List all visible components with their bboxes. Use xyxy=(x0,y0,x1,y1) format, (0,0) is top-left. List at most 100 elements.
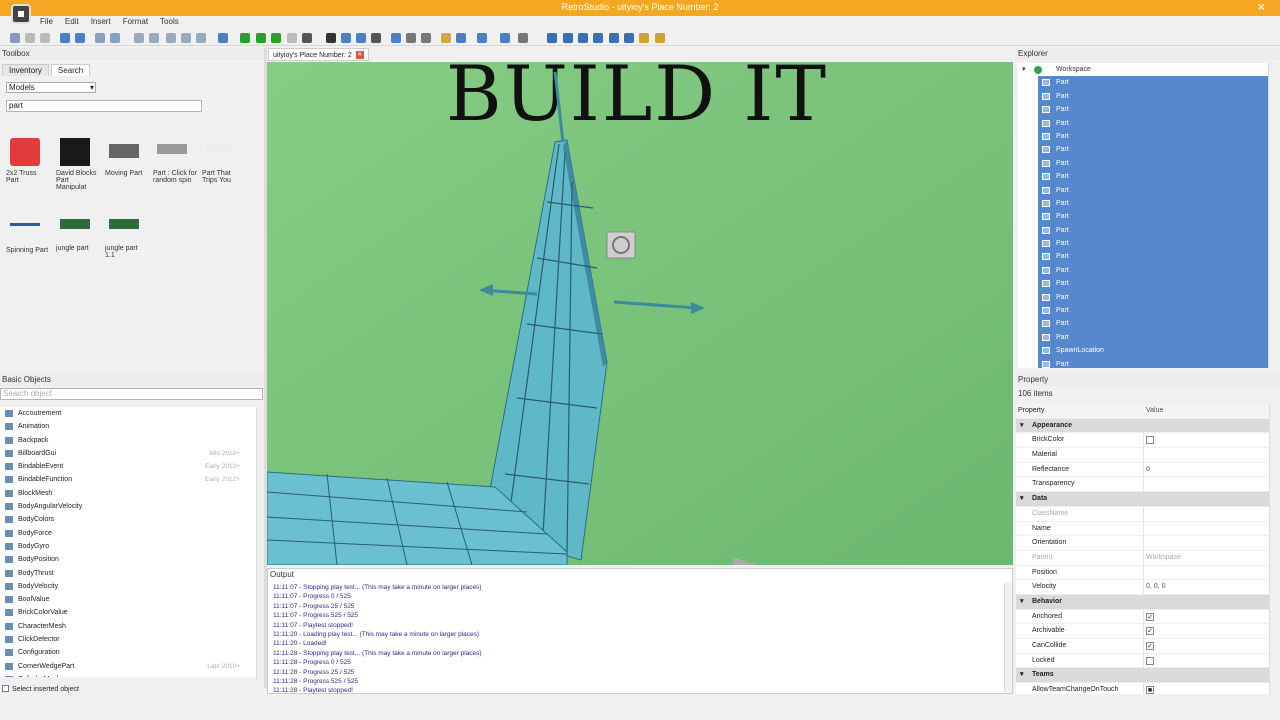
move-icon[interactable] xyxy=(341,33,351,43)
undo-icon[interactable] xyxy=(60,33,70,43)
sphere-icon[interactable] xyxy=(563,33,573,43)
start-icon[interactable] xyxy=(271,33,281,43)
close-tab-icon[interactable]: ✕ xyxy=(355,51,364,60)
property-row[interactable]: CanCollide ✓ xyxy=(1016,639,1269,654)
property-checkbox[interactable]: ■ xyxy=(1146,686,1154,694)
property-row[interactable]: Anchored ✓ xyxy=(1016,609,1269,625)
menu-format[interactable]: Format xyxy=(123,16,148,28)
property-row[interactable]: Parent Workspace xyxy=(1016,550,1269,566)
paint-icon[interactable] xyxy=(477,33,487,43)
truss-icon[interactable] xyxy=(609,33,619,43)
tree-item[interactable]: Part xyxy=(1038,223,1268,238)
distribute-icon[interactable] xyxy=(181,33,191,43)
basic-object-item[interactable]: BodyGyro xyxy=(0,540,256,553)
tree-item[interactable]: Part xyxy=(1038,76,1268,90)
category-select[interactable]: Models xyxy=(6,82,96,93)
tree-item[interactable]: Part xyxy=(1038,103,1268,117)
tree-item[interactable]: Part xyxy=(1038,196,1268,211)
group-icon[interactable] xyxy=(95,33,105,43)
property-category[interactable]: Behavior xyxy=(1016,594,1269,610)
property-checkbox[interactable] xyxy=(1146,436,1154,445)
toolbox-search-input[interactable]: part xyxy=(6,100,202,112)
tree-item[interactable]: Part xyxy=(1038,317,1268,331)
property-value[interactable]: 0 xyxy=(1146,463,1150,477)
basic-objects-scrollbar[interactable] xyxy=(256,407,264,679)
basic-object-item[interactable]: BodyPosition xyxy=(0,553,256,566)
tree-item[interactable]: Part xyxy=(1038,170,1268,184)
menu-edit[interactable]: Edit xyxy=(65,16,79,28)
property-row[interactable]: Reflectance 0 xyxy=(1016,462,1269,478)
menu-file[interactable]: File xyxy=(40,16,53,28)
ungroup-icon[interactable] xyxy=(110,33,120,43)
cylinder-icon[interactable] xyxy=(578,33,588,43)
model-item[interactable]: Part : Click for random spin xyxy=(153,138,197,184)
basic-object-item[interactable]: BodyAngularVelocity xyxy=(0,500,256,513)
tree-item[interactable]: Part xyxy=(1038,156,1268,171)
basic-object-item[interactable]: ClickDetector xyxy=(0,633,256,646)
tree-item[interactable]: Part xyxy=(1038,116,1268,130)
property-checkbox[interactable]: ✓ xyxy=(1146,612,1154,621)
tree-item[interactable]: Part xyxy=(1038,290,1268,305)
tab-search[interactable]: Search xyxy=(50,64,91,76)
properties-scrollbar[interactable] xyxy=(1269,404,1279,694)
output-scrollbar[interactable] xyxy=(1004,583,1012,693)
wedge-icon[interactable] xyxy=(593,33,603,43)
property-row[interactable]: Material xyxy=(1016,448,1269,463)
play-icon[interactable] xyxy=(240,33,250,43)
tree-item[interactable]: Part xyxy=(1038,210,1268,224)
property-row[interactable]: Archivable ✓ xyxy=(1016,624,1269,639)
basic-object-item[interactable]: BoolValue xyxy=(0,593,256,606)
basic-object-item[interactable]: BindableFunction Early 2012+ xyxy=(0,473,256,486)
material-icon[interactable] xyxy=(518,33,528,43)
property-row[interactable]: Name xyxy=(1016,521,1269,537)
copy-icon[interactable] xyxy=(25,33,35,43)
tree-item[interactable]: Part xyxy=(1038,237,1268,251)
basic-object-item[interactable]: BindableEvent Early 2012+ xyxy=(0,460,256,473)
tree-item[interactable]: Part xyxy=(1038,304,1268,318)
property-row[interactable]: BrickColor xyxy=(1016,433,1269,449)
property-row[interactable]: Orientation xyxy=(1016,536,1269,551)
model-item[interactable]: Part That Trips You xyxy=(202,138,246,184)
basic-object-item[interactable]: CornerWedgePart Late 2010+ xyxy=(0,660,256,673)
tree-item[interactable]: Part xyxy=(1038,250,1268,264)
model-item[interactable]: David Blocks Part Manipulat xyxy=(56,138,100,191)
model-item[interactable]: jungle part 1.1 xyxy=(105,213,149,259)
anchor-icon[interactable] xyxy=(456,33,466,43)
tree-item[interactable]: SpawnLocation xyxy=(1038,344,1268,358)
layout-icon[interactable] xyxy=(196,33,206,43)
tree-item[interactable]: Part xyxy=(1038,263,1268,278)
basic-object-item[interactable]: CylinderMesh xyxy=(0,673,256,677)
tree-item[interactable]: Part xyxy=(1038,277,1268,291)
basic-objects-search-input[interactable]: Search object xyxy=(0,388,263,400)
menu-insert[interactable]: Insert xyxy=(91,16,111,28)
property-row[interactable]: Position xyxy=(1016,565,1269,581)
model-item[interactable]: Spinning Part xyxy=(6,213,50,254)
property-row[interactable]: ClassName xyxy=(1016,506,1269,522)
property-category[interactable]: Data xyxy=(1016,492,1269,507)
basic-object-item[interactable]: Configuration xyxy=(0,646,256,659)
basic-object-item[interactable]: Backpack xyxy=(0,434,256,447)
lock-icon[interactable] xyxy=(441,33,451,43)
property-value[interactable]: Workspace xyxy=(1146,551,1181,565)
property-checkbox[interactable]: ✓ xyxy=(1146,642,1154,650)
snap-icon[interactable] xyxy=(134,33,144,43)
align-icon[interactable] xyxy=(166,33,176,43)
tree-item[interactable]: Part xyxy=(1038,143,1268,157)
basic-object-item[interactable]: CharacterMesh xyxy=(0,620,256,633)
model-item[interactable]: jungle part xyxy=(56,213,100,252)
cut-icon[interactable] xyxy=(10,33,20,43)
property-category[interactable]: Appearance xyxy=(1016,418,1269,434)
property-row[interactable]: Transparency xyxy=(1016,477,1269,493)
tree-item[interactable]: Part xyxy=(1038,183,1268,197)
grid-icon[interactable] xyxy=(149,33,159,43)
explorer-scrollbar[interactable] xyxy=(1268,63,1278,368)
basic-object-item[interactable]: BodyForce xyxy=(0,527,256,540)
block-icon[interactable] xyxy=(547,33,557,43)
property-value[interactable]: 0, 0, 0 xyxy=(1146,580,1165,594)
terrain-icon[interactable] xyxy=(655,33,665,43)
dropper-icon[interactable] xyxy=(500,33,510,43)
tree-item[interactable]: Part xyxy=(1038,357,1268,368)
basic-object-item[interactable]: BillboardGui Mid 2010+ xyxy=(0,447,256,460)
tree-item-workspace[interactable]: ▾ Workspace xyxy=(1018,63,1268,77)
rotate-icon[interactable] xyxy=(371,33,381,43)
